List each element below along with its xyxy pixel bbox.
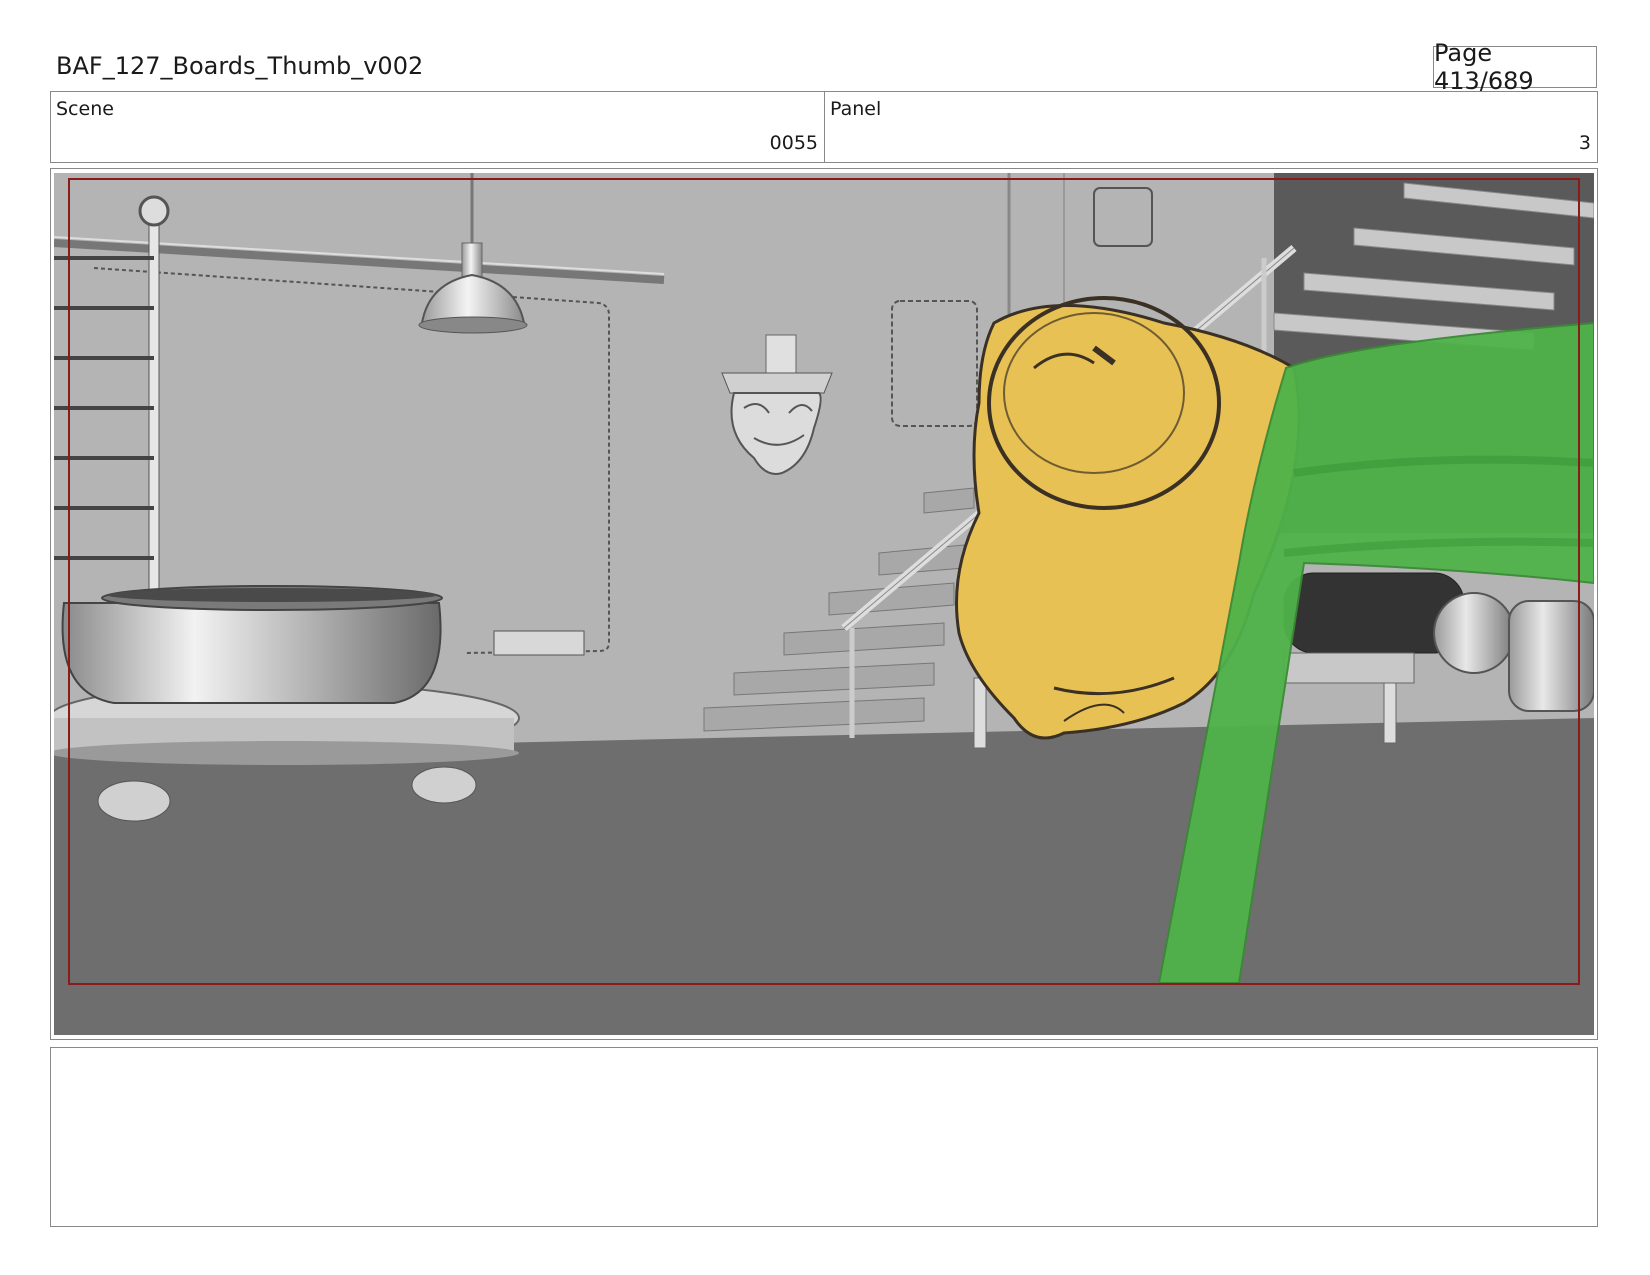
document-title: BAF_127_Boards_Thumb_v002 — [56, 52, 424, 80]
panel-label: Panel — [830, 98, 882, 120]
panel-cell: Panel 3 — [825, 92, 1597, 162]
wall-box — [493, 630, 585, 656]
floor — [54, 718, 1594, 1035]
panel-header: Scene 0055 Panel 3 — [50, 91, 1598, 163]
storyboard-image — [54, 173, 1594, 1035]
page-number: Page 413/689 — [1433, 39, 1597, 95]
scene-cell: Scene 0055 — [51, 92, 825, 162]
scene-label: Scene — [56, 98, 114, 120]
panel-number: 3 — [1578, 132, 1591, 154]
scene-number: 0055 — [769, 132, 818, 154]
notes-box — [50, 1047, 1598, 1227]
storyboard-frame — [50, 168, 1598, 1040]
